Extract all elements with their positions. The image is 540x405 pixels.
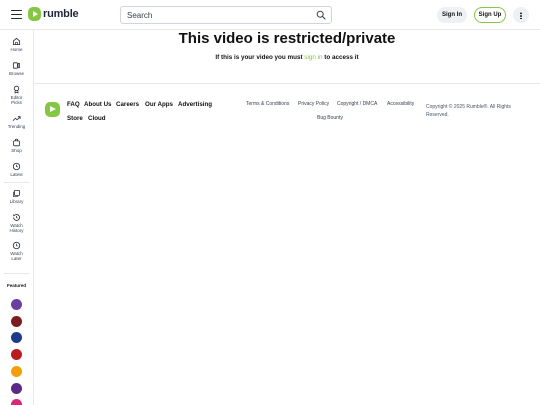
sidebar-item-watch-history[interactable]: Watch History [0, 213, 33, 233]
sign-up-button[interactable]: Sign Up [474, 7, 506, 23]
footer-link-careers[interactable]: Careers [116, 101, 139, 108]
trending-icon [12, 116, 21, 122]
sidebar-item-label: Watch Later [10, 251, 23, 261]
search-bar [120, 6, 332, 24]
sign-in-link[interactable]: sign in [304, 54, 322, 61]
watch-later-icon [12, 241, 21, 250]
award-icon [13, 85, 20, 94]
search-input[interactable] [121, 7, 301, 23]
sidebar-item-label: Watch History [9, 223, 24, 233]
footer-link-bug-bounty[interactable]: Bug Bounty [317, 115, 343, 121]
footer-link-accessibility[interactable]: Accessibility [387, 101, 414, 107]
sidebar-item-editor-picks[interactable]: Editor Picks [0, 85, 33, 105]
history-icon [13, 214, 20, 221]
library-icon [13, 189, 20, 197]
hamburger-menu-icon[interactable] [11, 10, 22, 20]
home-icon [12, 37, 21, 46]
channel-avatar-2[interactable] [11, 316, 22, 327]
content-divider [34, 83, 540, 84]
channel-avatar-5[interactable] [11, 366, 22, 377]
rumble-play-icon [28, 7, 41, 21]
sidebar-item-label: Shop [11, 148, 22, 153]
sidebar-item-browse[interactable]: Browse [0, 61, 33, 76]
sidebar-item-watch-later[interactable]: Watch Later [0, 241, 33, 261]
sidebar-item-label: Editor Picks [10, 95, 23, 105]
footer-link-advertising[interactable]: Advertising [178, 101, 212, 108]
sidebar-item-label: Library [9, 199, 24, 204]
browse-icon [12, 62, 21, 69]
message-suffix: to access it [324, 54, 359, 61]
footer-link-our-apps[interactable]: Our Apps [145, 101, 173, 108]
footer-link-cloud[interactable]: Cloud [88, 115, 106, 122]
sidebar-item-home[interactable]: Home [0, 37, 33, 52]
shop-icon [13, 138, 20, 147]
sidebar-item-label: Browse [8, 71, 24, 76]
clock-icon [12, 162, 21, 171]
sidebar-item-library[interactable]: Library [0, 189, 33, 204]
sidebar-item-shop[interactable]: Shop [0, 138, 33, 153]
footer-link-about-us[interactable]: About Us [84, 101, 112, 108]
footer-link-terms[interactable]: Terms & Conditions [246, 101, 289, 107]
more-options-icon[interactable] [513, 7, 529, 23]
search-icon[interactable] [316, 10, 326, 20]
footer-link-copyright-dmca[interactable]: Copyright / DMCA [337, 101, 377, 107]
channel-avatar-7[interactable] [11, 399, 22, 405]
sidebar-item-label: Home [10, 47, 23, 52]
sidebar-divider [4, 182, 29, 183]
footer-link-store[interactable]: Store [67, 115, 83, 122]
sidebar-item-label: Latest [10, 172, 23, 177]
sidebar: Home Browse Editor Picks Trending Shop L… [0, 30, 34, 405]
sidebar-divider [4, 273, 29, 274]
channel-avatar-6[interactable] [11, 383, 22, 394]
message-prefix: If this is your video you must [215, 54, 303, 61]
copyright-text: Copyright © 2025 Rumble®. All Rights Res… [426, 104, 511, 118]
rumble-logo[interactable]: rumble [28, 7, 79, 21]
top-header: rumble Sign In Sign Up [0, 0, 540, 30]
logo-text: rumble [43, 8, 79, 20]
channel-avatar-1[interactable] [11, 299, 22, 310]
footer-link-privacy[interactable]: Privacy Policy [298, 101, 329, 107]
restriction-message: If this is your video you must sign in t… [34, 54, 540, 61]
channel-avatar-3[interactable] [11, 332, 22, 343]
page-title: This video is restricted/private [178, 30, 396, 47]
footer-link-faq[interactable]: FAQ [67, 101, 80, 108]
footer-logo-icon[interactable] [45, 102, 60, 117]
sign-in-button[interactable]: Sign In [437, 7, 467, 23]
sidebar-item-label: Trending [7, 124, 26, 129]
sidebar-item-trending[interactable]: Trending [0, 114, 33, 129]
channel-avatar-4[interactable] [11, 349, 22, 360]
sidebar-item-latest[interactable]: Latest [0, 162, 33, 177]
featured-title: Featured [6, 283, 26, 288]
